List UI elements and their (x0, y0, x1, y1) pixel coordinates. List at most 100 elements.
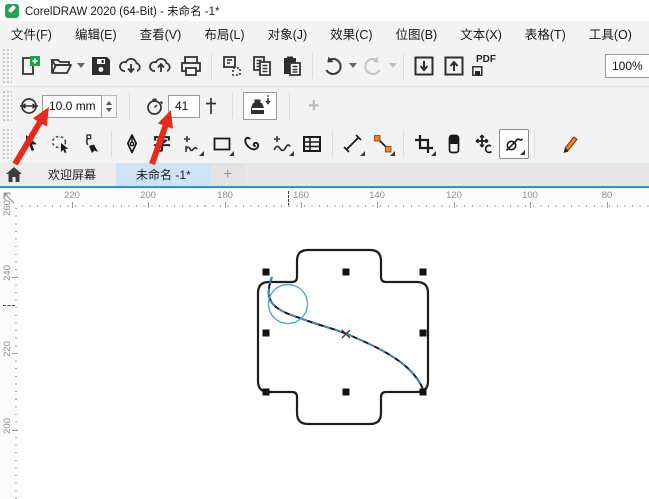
horizontal-ruler[interactable]: 220 200 180 160 140 120 100 80 (0, 188, 649, 208)
open-dropdown-caret[interactable] (76, 51, 86, 81)
home-tab-button[interactable] (0, 163, 28, 186)
hruler-label: 220 (64, 190, 80, 201)
ink-bottle-button[interactable] (243, 92, 277, 120)
freehand-tool-icon (181, 133, 203, 155)
pen-nib-icon (121, 133, 143, 155)
hruler-label: 160 (293, 190, 309, 201)
toolbox-separator (534, 131, 535, 157)
zoom-level-value: 100% (612, 59, 643, 73)
connector-tool[interactable] (368, 129, 398, 159)
menu-layout[interactable]: 布局(L) (197, 21, 251, 46)
spinner-down-icon (106, 108, 112, 112)
save-button[interactable] (86, 51, 116, 81)
artistic-media-icon (271, 133, 293, 155)
save-floppy-icon (89, 54, 113, 78)
parallel-dimension-tool[interactable] (338, 129, 368, 159)
paste-button[interactable] (277, 51, 307, 81)
smoothing-input[interactable]: 41 (168, 95, 200, 118)
crop-tool[interactable] (409, 129, 439, 159)
new-document-button[interactable] (16, 51, 46, 81)
undo-icon (321, 54, 345, 78)
export-button[interactable] (439, 51, 469, 81)
toolbar-grip[interactable] (2, 48, 12, 83)
drawing-canvas[interactable] (18, 208, 649, 499)
publish-pdf-button[interactable]: PDF (469, 51, 503, 81)
new-tab-icon: + (223, 166, 232, 184)
toolbar-separator (211, 53, 212, 79)
menu-effects[interactable]: 效果(C) (323, 21, 379, 46)
menu-text[interactable]: 文本(X) (453, 21, 509, 46)
import-icon (412, 54, 436, 78)
spinner-up-icon (106, 101, 112, 105)
menu-tools[interactable]: 工具(O) (582, 21, 639, 46)
nib-size-input[interactable]: 10.0 mm (42, 95, 102, 118)
copy-button[interactable] (247, 51, 277, 81)
undo-button[interactable] (318, 51, 348, 81)
zoom-level-combobox[interactable]: 100% (605, 54, 649, 78)
tab-welcome-screen[interactable]: 欢迎屏幕 (28, 163, 116, 186)
menu-file[interactable]: 文件(F) (4, 21, 59, 46)
property-separator (232, 93, 233, 119)
add-preset-button[interactable]: + (308, 95, 320, 118)
freehand-tool[interactable] (177, 129, 207, 159)
ruler-cursor-marker-x (288, 191, 289, 206)
slider-handle-icon (202, 94, 220, 118)
bezier-curve-tool[interactable] (237, 129, 267, 159)
menu-bar: 文件(F) 编辑(E) 查看(V) 布局(L) 对象(J) 效果(C) 位图(B… (0, 21, 649, 45)
plus-glyph: + (308, 95, 320, 117)
freehand-pick-tool[interactable] (46, 129, 76, 159)
pick-tool[interactable] (16, 129, 46, 159)
open-button[interactable] (46, 51, 76, 81)
artistic-media-tool[interactable] (267, 129, 297, 159)
property-bar-grip[interactable] (2, 90, 12, 122)
undo-dropdown-caret[interactable] (348, 51, 358, 81)
live-sketch-tool[interactable] (554, 129, 584, 159)
text-tool[interactable]: 字 (147, 129, 177, 159)
shape-tool[interactable] (76, 129, 106, 159)
menu-table[interactable]: 表格(T) (518, 21, 573, 46)
redo-dropdown-caret[interactable] (388, 51, 398, 81)
tab-document[interactable]: 未命名 -1* (116, 163, 211, 186)
cloud-download-button[interactable] (116, 51, 146, 81)
window-title: CorelDRAW 2020 (64-Bit) - 未命名 -1* (25, 3, 219, 19)
hruler-label: 200 (140, 190, 156, 201)
hruler-label: 80 (602, 190, 613, 201)
virtual-segment-delete-tool[interactable] (499, 129, 529, 159)
menu-edit[interactable]: 编辑(E) (68, 21, 124, 46)
text-tool-icon: 字 (153, 135, 171, 153)
cloud-upload-button[interactable] (146, 51, 176, 81)
menu-bitmaps[interactable]: 位图(B) (389, 21, 445, 46)
new-tab-button[interactable]: + (211, 163, 245, 186)
eraser-tool[interactable] (439, 129, 469, 159)
import-button[interactable] (409, 51, 439, 81)
free-transform-tool[interactable] (469, 129, 499, 159)
hruler-label: 180 (217, 190, 233, 201)
open-folder-icon (49, 54, 73, 78)
table-tool[interactable] (297, 129, 327, 159)
rectangle-tool[interactable] (207, 129, 237, 159)
ruler-cursor-marker-y (3, 305, 15, 306)
vruler-label: 240 (2, 265, 13, 281)
print-button[interactable] (176, 51, 206, 81)
vruler-label: 220 (2, 341, 13, 357)
home-icon (6, 167, 22, 182)
connector-tool-icon (372, 133, 394, 155)
tab-document-label: 未命名 -1* (136, 166, 191, 183)
smoothing-slider-button[interactable] (200, 91, 222, 121)
nib-size-label (16, 91, 42, 121)
toolbox: 字 (0, 125, 649, 163)
coreldraw-logo-icon (5, 4, 19, 18)
vertical-ruler[interactable]: 260 240 220 200 (0, 208, 18, 499)
vruler-label: 260 (2, 200, 13, 216)
pdf-label: PDF (476, 55, 496, 65)
toolbox-grip[interactable] (2, 128, 12, 160)
eraser-tool-icon (443, 133, 465, 155)
redo-button[interactable] (358, 51, 388, 81)
transform-tool-icon (473, 133, 495, 155)
nib-size-spinner[interactable] (102, 95, 117, 118)
menu-view[interactable]: 查看(V) (133, 21, 189, 46)
cut-button[interactable] (217, 51, 247, 81)
pen-tool[interactable] (117, 129, 147, 159)
menu-object[interactable]: 对象(J) (261, 21, 315, 46)
hruler-label: 100 (522, 190, 538, 201)
